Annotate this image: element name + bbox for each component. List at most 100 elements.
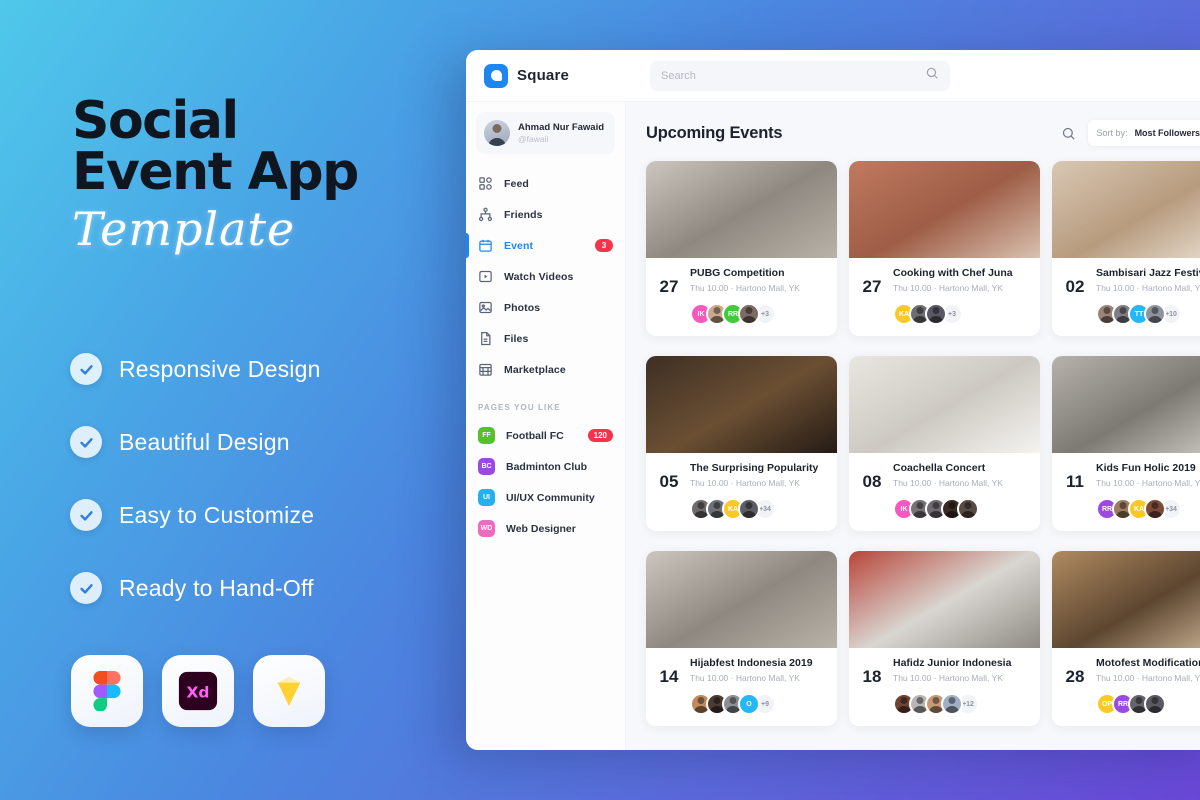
attendee-avatar[interactable] [1144, 303, 1166, 325]
event-photo [849, 356, 1040, 453]
page-label: Web Designer [506, 522, 576, 535]
promo-title: Social Event App [72, 95, 472, 202]
event-day: 11 [1066, 472, 1084, 491]
attendee-avatar[interactable] [738, 303, 760, 325]
attendee-list: OP RR [1096, 693, 1200, 715]
attendee-list: IK [893, 498, 1029, 520]
attendee-list: TT +10 [1096, 303, 1200, 325]
sort-label: Sort by: [1096, 128, 1128, 138]
page-avatar: WD [478, 520, 495, 537]
app-window: Square Ahmad Nur Fawaid @fawaii Feed Frie… [466, 50, 1200, 750]
check-circle-icon [70, 572, 102, 604]
avatar [484, 120, 510, 146]
marketplace-store-icon [478, 362, 493, 377]
sidebar-nav: Feed Friends Event 3 Watch Videos Photos Files… [466, 168, 625, 385]
event-meta: Thu 10.00 · Hartono Mall, YK [1096, 283, 1200, 293]
promo-script-word: Template [72, 201, 296, 256]
page-label: Football FC [506, 429, 564, 442]
event-card[interactable]: 02 Sambisari Jazz Festival Thu 10.00 · Har… [1052, 161, 1200, 336]
adobe-xd-icon: Xd [162, 655, 234, 727]
attendee-avatar[interactable] [738, 498, 760, 520]
user-handle: @fawaii [518, 134, 549, 144]
app-topbar: Square [466, 50, 1200, 102]
event-title: The Surprising Popularity [690, 462, 819, 474]
event-photo [1052, 161, 1200, 258]
page-label: UI/UX Community [506, 491, 595, 504]
event-photo [1052, 356, 1200, 453]
status-badge: 120 [587, 429, 613, 442]
feed-grid-icon [478, 176, 493, 191]
page-item-web-designer[interactable]: WD Web Designer [466, 513, 625, 544]
page-item-ui-ux-community[interactable]: UI UI/UX Community [466, 482, 625, 513]
attendee-list: RR KA +34 [1096, 498, 1200, 520]
events-grid: 27 PUBG Competition Thu 10.00 · Hartono Ma… [646, 161, 1200, 726]
sidebar-item-files[interactable]: Files [466, 323, 625, 354]
video-play-icon [478, 269, 493, 284]
event-title: Coachella Concert [893, 462, 986, 474]
event-card[interactable]: 27 Cooking with Chef Juna Thu 10.00 · Hart… [849, 161, 1040, 336]
promo-title-line2: Event App [72, 141, 359, 202]
attendee-avatar[interactable]: O [738, 693, 760, 715]
global-search[interactable] [650, 60, 950, 91]
event-card[interactable]: 27 PUBG Competition Thu 10.00 · Hartono Ma… [646, 161, 837, 336]
event-card[interactable]: 08 Coachella Concert Thu 10.00 · Hartono M… [849, 356, 1040, 531]
event-meta: Thu 10.00 · Hartono Mall, YK [1096, 478, 1200, 488]
svg-text:Xd: Xd [187, 683, 210, 701]
sort-dropdown[interactable]: Sort by: Most Followers ▼ [1087, 120, 1200, 146]
event-day: 05 [659, 472, 679, 491]
event-photo [646, 551, 837, 648]
attendee-avatar[interactable] [1144, 693, 1166, 715]
sidebar-item-photos[interactable]: Photos [466, 292, 625, 323]
content-header: Upcoming Events Sort by: Most Followers … [646, 118, 1200, 148]
sidebar-item-friends[interactable]: Friends [466, 199, 625, 230]
attendee-avatar[interactable] [957, 498, 979, 520]
event-meta: Thu 10.00 · Hartono Mall, YK [1096, 673, 1200, 683]
attendee-list: IK RR +3 [690, 303, 826, 325]
event-card[interactable]: 11 Kids Fun Holic 2019 Thu 10.00 · Hartono… [1052, 356, 1200, 531]
event-meta: Thu 10.00 · Hartono Mall, YK [690, 478, 800, 488]
feature-row: Ready to Hand-Off [70, 559, 490, 617]
sidebar-item-label: Photos [504, 301, 541, 314]
search-input[interactable] [661, 69, 925, 82]
user-card[interactable]: Ahmad Nur Fawaid @fawaii [476, 112, 615, 154]
check-circle-icon [70, 499, 102, 531]
event-meta: Thu 10.00 · Hartono Mall, YK [893, 673, 1003, 683]
sidebar-item-marketplace[interactable]: Marketplace [466, 354, 625, 385]
event-card[interactable]: 05 The Surprising Popularity Thu 10.00 · H… [646, 356, 837, 531]
event-title: Hijabfest Indonesia 2019 [690, 657, 813, 669]
page-avatar: UI [478, 489, 495, 506]
sidebar-item-label: Files [504, 332, 529, 345]
sketch-icon [253, 655, 325, 727]
event-card[interactable]: 14 Hijabfest Indonesia 2019 Thu 10.00 · Ha… [646, 551, 837, 726]
photo-image-icon [478, 300, 493, 315]
check-circle-icon [70, 426, 102, 458]
attendee-list: +12 [893, 693, 1029, 715]
search-icon[interactable] [925, 66, 939, 85]
event-title: Hafidz Junior Indonesia [893, 657, 1012, 669]
event-title: Motofest Modification [1096, 657, 1200, 669]
sidebar-item-watch-videos[interactable]: Watch Videos [466, 261, 625, 292]
event-day: 08 [862, 472, 882, 491]
event-title: PUBG Competition [690, 267, 785, 279]
page-item-football-fc[interactable]: FF Football FC 120 [466, 420, 625, 451]
sidebar-item-event[interactable]: Event 3 [466, 230, 625, 261]
event-title: Cooking with Chef Juna [893, 267, 1013, 279]
event-photo [849, 161, 1040, 258]
sort-value: Most Followers [1134, 128, 1200, 138]
file-document-icon [478, 331, 493, 346]
event-card[interactable]: 28 Motofest Modification Thu 10.00 · Harto… [1052, 551, 1200, 726]
page-item-badminton-club[interactable]: BC Badminton Club [466, 451, 625, 482]
event-photo [646, 356, 837, 453]
event-card[interactable]: 18 Hafidz Junior Indonesia Thu 10.00 · Har… [849, 551, 1040, 726]
attendee-avatar[interactable] [941, 693, 963, 715]
attendee-avatar[interactable] [925, 303, 947, 325]
status-badge: 3 [595, 239, 613, 252]
event-title: Sambisari Jazz Festival [1096, 267, 1200, 279]
attendee-avatar[interactable] [1144, 498, 1166, 520]
sidebar-pages: FF Football FC 120 BC Badminton Club UI UI/UX … [466, 420, 625, 544]
sidebar-item-feed[interactable]: Feed [466, 168, 625, 199]
search-icon[interactable] [1056, 120, 1082, 146]
feature-row: Beautiful Design [70, 413, 490, 471]
event-photo [849, 551, 1040, 648]
brand[interactable]: Square [484, 63, 632, 88]
